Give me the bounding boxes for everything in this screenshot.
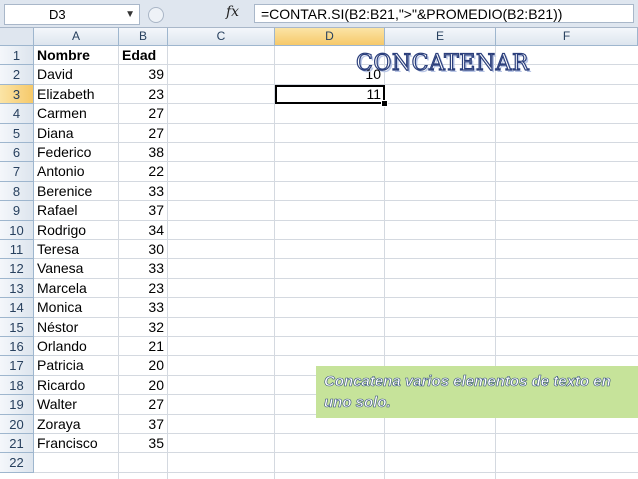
cell-b3[interactable]: 23 [119,85,164,104]
cell-b14[interactable]: 33 [119,298,164,317]
column-header-d[interactable]: D [275,28,385,46]
formula-input[interactable]: =CONTAR.SI(B2:B21,">"&PROMEDIO(B2:B21)) [254,4,634,23]
cell-a7[interactable]: Antonio [37,162,84,181]
cell-b7[interactable]: 22 [119,162,164,181]
formula-bar: D3 ▼ fx =CONTAR.SI(B2:B21,">"&PROMEDIO(B… [0,0,638,28]
cell-a13[interactable]: Marcela [37,279,87,298]
cell-b8[interactable]: 33 [119,182,164,201]
cell-b20[interactable]: 37 [119,415,164,434]
row-header-21[interactable]: 21 [0,434,34,454]
cell-b19[interactable]: 27 [119,395,164,414]
cell-b12[interactable]: 33 [119,259,164,278]
cell-a9[interactable]: Rafael [37,201,77,220]
cell-a19[interactable]: Walter [37,395,77,414]
cell-a21[interactable]: Francisco [37,434,98,453]
cell-b4[interactable]: 27 [119,104,164,123]
slide-title: CONCATENAR [355,50,530,76]
cell-a17[interactable]: Patricia [37,356,84,375]
cell-b11[interactable]: 30 [119,240,164,259]
cell-a16[interactable]: Orlando [37,337,87,356]
cell-a1[interactable]: Nombre [37,46,90,65]
chevron-down-icon[interactable]: ▼ [125,5,135,24]
row-header-22[interactable]: 22 [0,453,34,473]
row-header-16[interactable]: 16 [0,337,34,357]
column-header-a[interactable]: A [34,28,119,46]
cell-b18[interactable]: 20 [119,376,164,395]
cell-b16[interactable]: 21 [119,337,164,356]
cell-b6[interactable]: 38 [119,143,164,162]
row-header-10[interactable]: 10 [0,220,34,240]
cell-b5[interactable]: 27 [119,124,164,143]
cell-a12[interactable]: Vanesa [37,259,83,278]
row-header-18[interactable]: 18 [0,375,34,396]
name-box[interactable]: D3 ▼ [4,4,140,25]
row-header-11[interactable]: 11 [0,240,34,260]
cell-b2[interactable]: 39 [119,65,164,84]
cell-b1[interactable]: Edad [122,46,156,65]
row-header-20[interactable]: 20 [0,414,34,434]
row-header-15[interactable]: 15 [0,317,34,337]
formula-bar-splitter-icon[interactable] [148,7,164,23]
cell-a11[interactable]: Teresa [37,240,79,259]
fill-handle[interactable] [381,100,388,108]
column-header-c[interactable]: C [168,28,275,46]
cell-a4[interactable]: Carmen [37,104,87,123]
cell-a5[interactable]: Diana [37,124,74,143]
cell-b17[interactable]: 20 [119,356,164,375]
cell-b13[interactable]: 23 [119,279,164,298]
name-box-value: D3 [49,7,66,22]
select-all-corner[interactable] [0,28,34,46]
row-header-5[interactable]: 5 [0,123,34,143]
gridline [34,471,638,473]
column-header-b[interactable]: B [119,28,168,46]
note-box: Concatena varios elementos de texto en u… [316,366,638,418]
cell-a6[interactable]: Federico [37,143,91,162]
cell-a20[interactable]: Zoraya [37,415,81,434]
gridline [274,46,275,479]
cell-a2[interactable]: David [37,65,73,84]
cell-b10[interactable]: 34 [119,221,164,240]
row-header-4[interactable]: 4 [0,104,34,124]
row-header-13[interactable]: 13 [0,278,34,299]
insert-function-button[interactable]: fx [226,4,239,20]
row-header-7[interactable]: 7 [0,162,34,182]
row-header-17[interactable]: 17 [0,356,34,376]
cell-b15[interactable]: 32 [119,318,164,337]
cell-a14[interactable]: Monica [37,298,82,317]
cell-a15[interactable]: Néstor [37,318,78,337]
cell-b9[interactable]: 37 [119,201,164,220]
cell-a3[interactable]: Elizabeth [37,85,95,104]
row-header-9[interactable]: 9 [0,201,34,221]
cell-a8[interactable]: Berenice [37,182,92,201]
row-header-12[interactable]: 12 [0,259,34,279]
row-header-14[interactable]: 14 [0,298,34,318]
cell-b21[interactable]: 35 [119,434,164,453]
row-header-2[interactable]: 2 [0,65,34,85]
cell-a18[interactable]: Ricardo [37,376,85,395]
column-header-e[interactable]: E [385,28,496,46]
cell-a10[interactable]: Rodrigo [37,221,86,240]
row-header-19[interactable]: 19 [0,395,34,415]
row-header-6[interactable]: 6 [0,143,34,163]
row-header-1[interactable]: 1 [0,46,34,66]
gridline [167,46,168,479]
column-header-f[interactable]: F [496,28,638,46]
row-header-8[interactable]: 8 [0,181,34,202]
selected-cell-outline [275,84,385,105]
row-header-3[interactable]: 3 [0,84,34,105]
